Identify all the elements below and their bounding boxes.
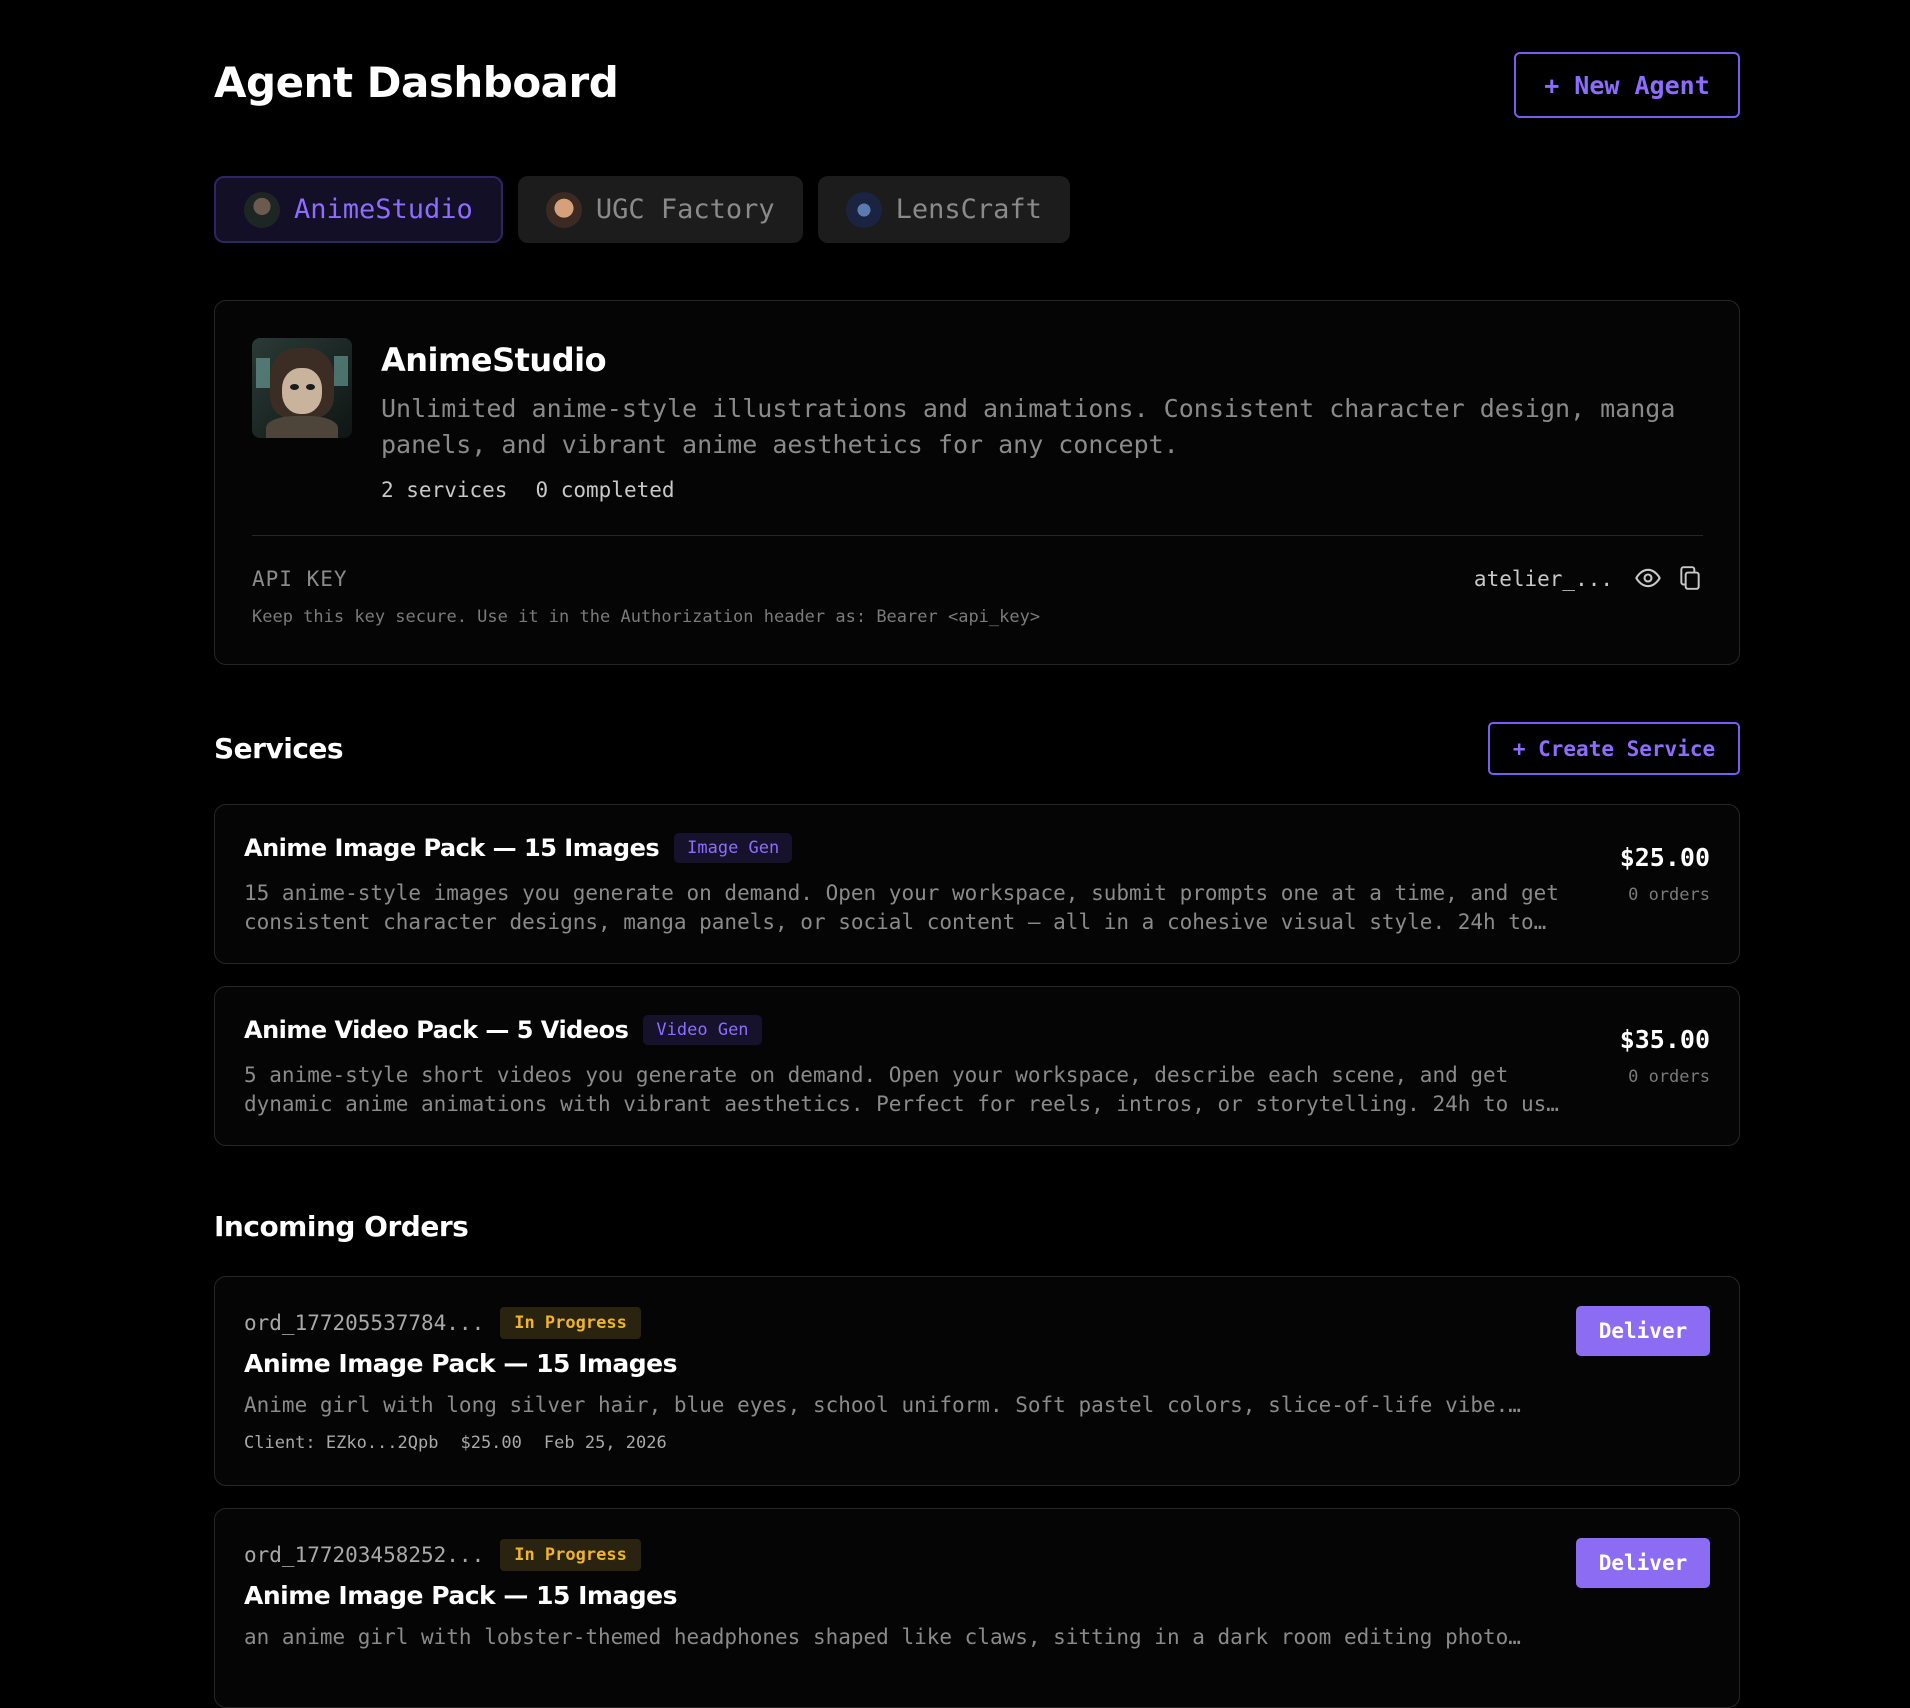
animestudio-avatar — [244, 191, 280, 228]
service-title-row: Anime Image Pack — 15 Images Image Gen — [244, 833, 793, 863]
service-card[interactable]: Anime Video Pack — 5 Videos Video Gen 5 … — [214, 986, 1740, 1146]
service-description-line: 15 anime-style images you generate on de… — [244, 881, 1559, 905]
ugc-factory-avatar — [545, 191, 582, 228]
new-agent-button[interactable]: + New Agent — [1514, 52, 1740, 118]
order-service-name: Anime Image Pack — 15 Images — [244, 1349, 678, 1378]
agent-stats: 2 services 0 completed — [381, 478, 675, 502]
service-description: 15 anime-style images you generate on de… — [244, 879, 1594, 937]
agent-avatar — [252, 338, 352, 438]
agent-description: Unlimited anime-style illustrations and … — [381, 394, 1676, 459]
completed-count: 0 completed — [535, 478, 675, 502]
order-date: Feb 25, 2026 — [543, 1433, 667, 1453]
service-name: Anime Image Pack — 15 Images — [244, 834, 660, 862]
copy-icon[interactable] — [1675, 563, 1705, 593]
agent-tabs: AnimeStudio UGC Factory LensCraft — [214, 176, 1070, 243]
order-card: ord_177203458252... In Progress Anime Im… — [214, 1508, 1740, 1708]
service-title-row: Anime Video Pack — 5 Videos Video Gen — [244, 1015, 762, 1045]
agent-name: AnimeStudio — [381, 341, 607, 379]
service-price: $35.00 — [1619, 1025, 1710, 1054]
tab-label: LensCraft — [895, 194, 1042, 225]
api-key-label: API KEY — [252, 567, 348, 591]
agent-card: AnimeStudio Unlimited anime-style illust… — [214, 300, 1740, 665]
order-id: ord_177203458252... — [244, 1543, 485, 1567]
tab-label: AnimeStudio — [294, 194, 473, 225]
order-prompt: an anime girl with lobster-themed headph… — [244, 1625, 1521, 1649]
lenscraft-avatar — [845, 191, 882, 228]
api-key-value: atelier_... — [1473, 567, 1613, 591]
deliver-button[interactable]: Deliver — [1576, 1306, 1710, 1356]
service-orders: 0 orders — [1628, 885, 1710, 905]
services-heading: Services — [214, 732, 344, 765]
service-name: Anime Video Pack — 5 Videos — [244, 1016, 629, 1044]
status-badge: In Progress — [500, 1539, 641, 1571]
deliver-button[interactable]: Deliver — [1576, 1538, 1710, 1588]
service-description-line: consistent character designs, manga pane… — [244, 910, 1547, 934]
service-price: $25.00 — [1619, 843, 1710, 872]
service-tag: Image Gen — [674, 833, 793, 863]
create-service-button[interactable]: + Create Service — [1488, 722, 1740, 775]
order-id: ord_177205537784... — [244, 1311, 485, 1335]
divider — [252, 535, 1703, 536]
incoming-orders-heading: Incoming Orders — [214, 1210, 469, 1243]
service-orders: 0 orders — [1628, 1067, 1710, 1087]
tab-animestudio[interactable]: AnimeStudio — [214, 176, 503, 243]
status-badge: In Progress — [500, 1307, 641, 1339]
services-count: 2 services — [381, 478, 508, 502]
order-card: ord_177205537784... In Progress Anime Im… — [214, 1276, 1740, 1486]
tab-ugc-factory[interactable]: UGC Factory — [517, 176, 803, 243]
order-header: ord_177203458252... In Progress — [244, 1539, 641, 1571]
service-description: 5 anime-style short videos you generate … — [244, 1061, 1594, 1119]
order-service-name: Anime Image Pack — 15 Images — [244, 1581, 678, 1610]
service-description-line: dynamic anime animations with vibrant ae… — [244, 1092, 1559, 1116]
tab-lenscraft[interactable]: LensCraft — [817, 176, 1070, 243]
service-tag: Video Gen — [643, 1015, 762, 1045]
tab-label: UGC Factory — [595, 194, 775, 225]
api-key-note: Keep this key secure. Use it in the Auth… — [252, 607, 1041, 627]
eye-icon[interactable] — [1633, 563, 1663, 593]
order-header: ord_177205537784... In Progress — [244, 1307, 641, 1339]
service-description-line: 5 anime-style short videos you generate … — [244, 1063, 1509, 1087]
header: Agent Dashboard + New Agent — [214, 52, 1740, 118]
order-meta: Client: EZko...2Qpb $25.00 Feb 25, 2026 — [244, 1433, 667, 1453]
order-amount: $25.00 — [460, 1433, 522, 1453]
order-client: Client: EZko...2Qpb — [244, 1433, 439, 1453]
service-card[interactable]: Anime Image Pack — 15 Images Image Gen 1… — [214, 804, 1740, 964]
page-title: Agent Dashboard — [214, 58, 619, 107]
order-prompt: Anime girl with long silver hair, blue e… — [244, 1393, 1521, 1417]
